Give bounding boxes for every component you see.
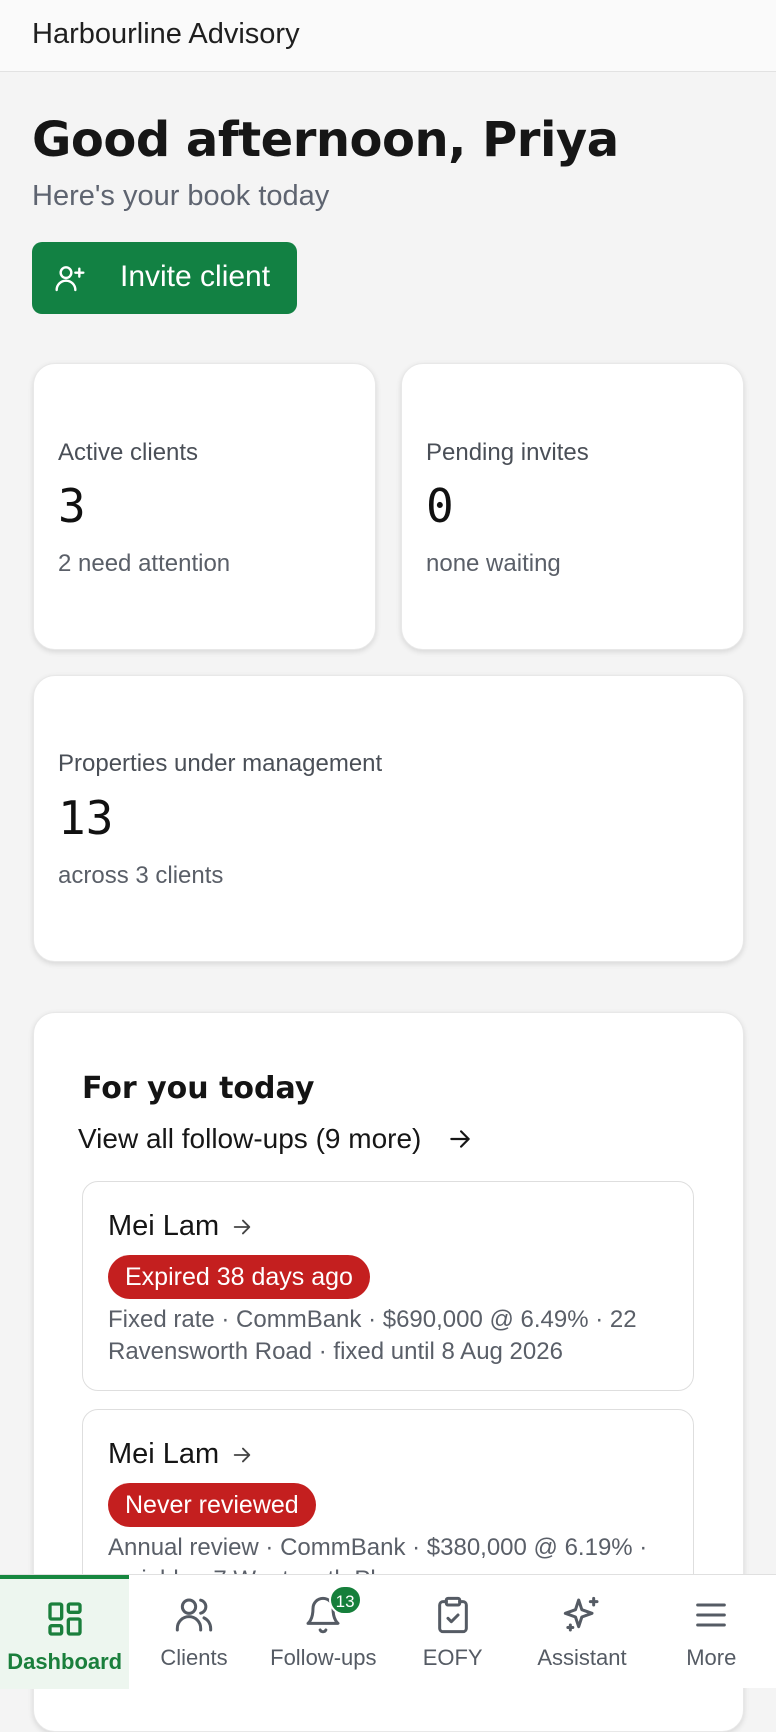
users-icon xyxy=(175,1598,213,1632)
invite-client-button[interactable]: Invite client xyxy=(32,242,297,314)
notification-count-badge: 13 xyxy=(328,1585,362,1615)
stat-value: 13 xyxy=(58,791,114,845)
user-plus-icon xyxy=(55,266,85,292)
app-title: Harbourline Advisory xyxy=(32,18,300,50)
stat-card-active-clients[interactable]: Active clients 3 2 need attention xyxy=(33,363,376,650)
nav-label: More xyxy=(686,1645,737,1670)
followup-client-link[interactable]: Mei Lam xyxy=(108,1210,253,1243)
nav-label: Follow-ups xyxy=(270,1645,377,1670)
followup-client-name: Mei Lam xyxy=(108,1210,220,1242)
nav-item-assistant[interactable]: Assistant xyxy=(517,1575,646,1689)
clipboard-check-icon xyxy=(437,1596,468,1634)
followup-detail: Fixed rate · CommBank · $690,000 @ 6.49%… xyxy=(108,1306,637,1365)
view-all-label: View all follow-ups (9 more) xyxy=(78,1123,422,1154)
nav-label: Clients xyxy=(160,1645,228,1670)
page-subtitle: Here's your book today xyxy=(32,180,330,212)
page-title: Good afternoon, Priya xyxy=(32,112,619,168)
stat-card-properties[interactable]: Properties under management 13 across 3 … xyxy=(33,675,744,962)
sparkles-icon xyxy=(563,1596,599,1632)
nav-label: Assistant xyxy=(537,1645,627,1670)
top-bar: Harbourline Advisory xyxy=(0,0,776,72)
stat-label: Properties under management xyxy=(58,750,383,777)
status-badge: Never reviewed xyxy=(108,1483,316,1527)
nav-label: EOFY xyxy=(422,1645,483,1670)
followup-client-link[interactable]: Mei Lam xyxy=(108,1438,253,1471)
nav-item-dashboard[interactable]: Dashboard xyxy=(0,1575,130,1689)
bottom-nav: Dashboard Clients 13 Follow-ups EOFY Ass… xyxy=(0,1574,776,1689)
stat-label: Pending invites xyxy=(426,439,589,466)
stat-card-pending-invites[interactable]: Pending invites 0 none waiting xyxy=(401,363,744,650)
nav-label: Dashboard xyxy=(7,1649,123,1674)
followup-client-name: Mei Lam xyxy=(108,1438,220,1470)
followups-title: For you today xyxy=(82,1071,315,1106)
stat-value: 3 xyxy=(58,479,86,533)
followup-item[interactable]: Mei Lam Expired 38 days ago Fixed rate ·… xyxy=(82,1181,694,1391)
arrow-right-icon xyxy=(233,1219,251,1234)
dashboard-icon xyxy=(47,1602,82,1636)
stat-value: 0 xyxy=(426,479,454,533)
nav-item-clients[interactable]: Clients xyxy=(129,1575,258,1689)
menu-icon xyxy=(696,1603,727,1627)
stat-label: Active clients xyxy=(58,439,199,466)
nav-item-more[interactable]: More xyxy=(647,1575,776,1689)
nav-item-follow-ups[interactable]: 13 Follow-ups xyxy=(259,1575,388,1689)
nav-item-eofy[interactable]: EOFY xyxy=(388,1575,517,1689)
invite-client-label: Invite client xyxy=(120,260,271,293)
view-all-followups-link[interactable]: View all follow-ups (9 more) xyxy=(78,1123,473,1155)
stat-sub: none waiting xyxy=(426,550,561,577)
stat-sub: across 3 clients xyxy=(58,862,224,889)
arrow-right-icon xyxy=(233,1447,251,1462)
stat-sub: 2 need attention xyxy=(58,550,231,577)
status-badge: Expired 38 days ago xyxy=(108,1255,370,1299)
arrow-right-icon xyxy=(450,1130,471,1148)
